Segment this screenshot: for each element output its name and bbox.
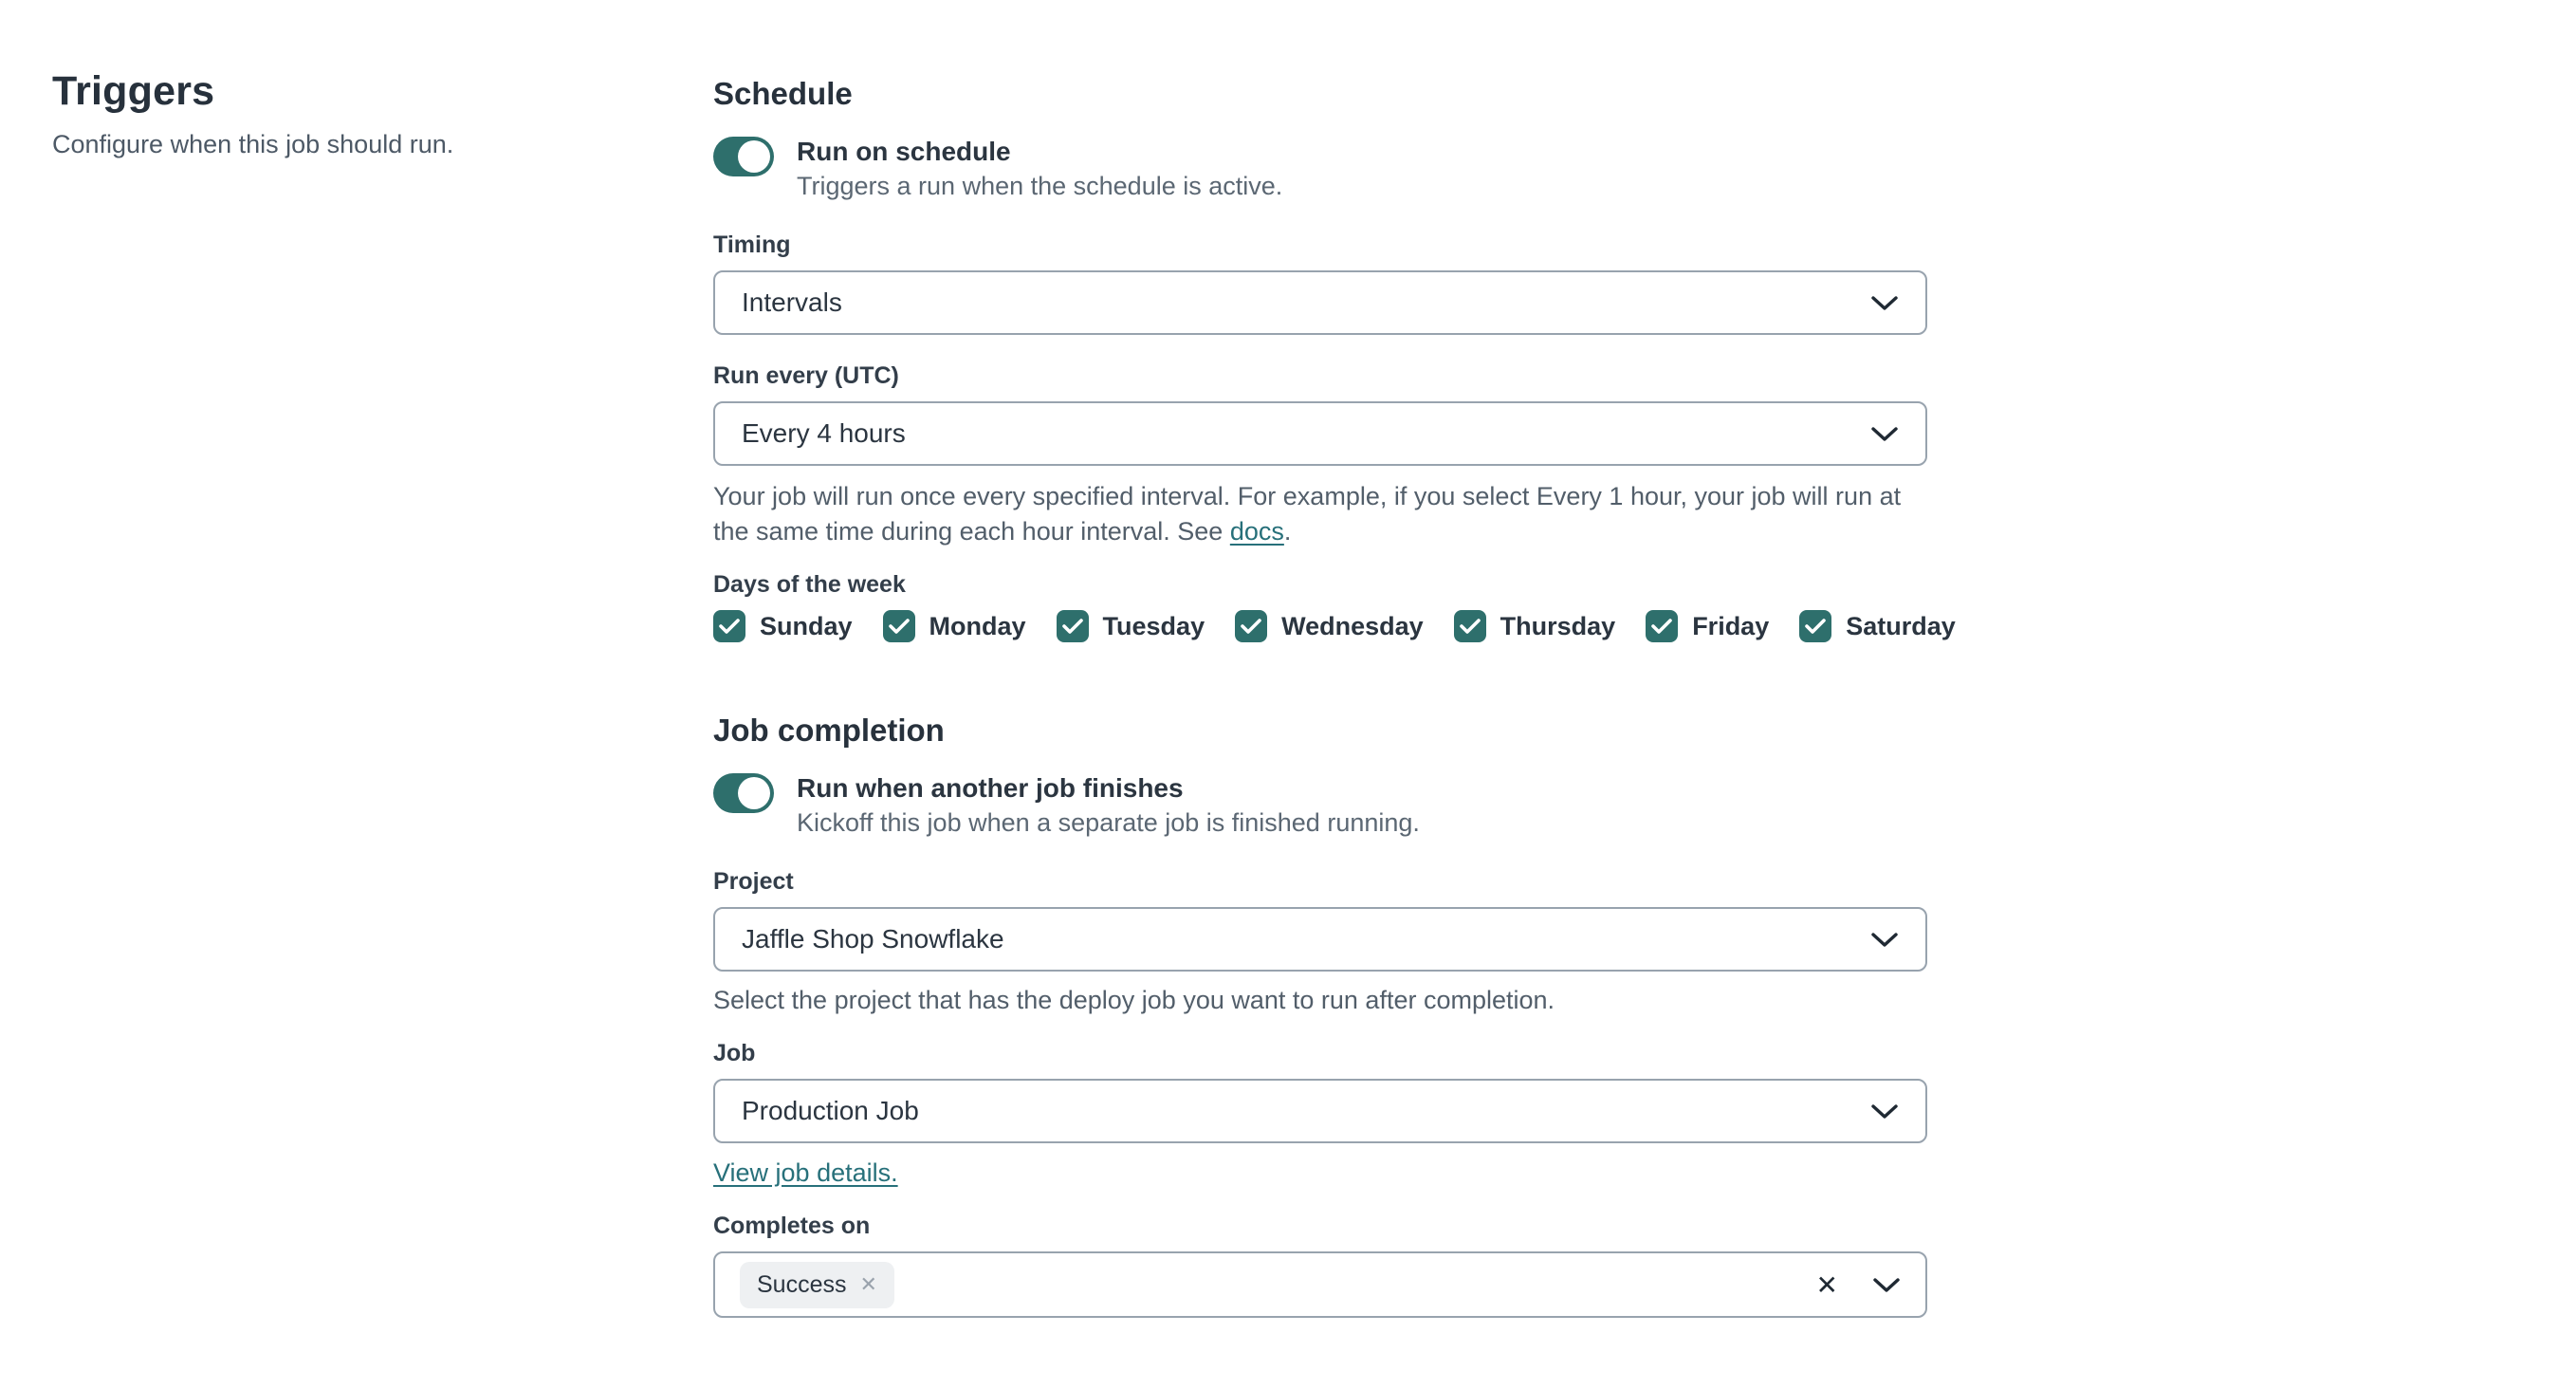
day-label: Friday — [1692, 611, 1770, 640]
checkbox-checked-icon — [1453, 610, 1486, 642]
day-checkbox-tuesday[interactable]: Tuesday — [1056, 610, 1205, 642]
multiselect-controls: ✕ — [1816, 1269, 1901, 1301]
project-label: Project — [713, 868, 794, 895]
chevron-down-icon — [1871, 427, 1898, 441]
docs-link[interactable]: docs — [1230, 517, 1284, 546]
completes-on-chip-success: Success ✕ — [740, 1261, 894, 1308]
day-label: Saturday — [1846, 611, 1956, 640]
view-job-details-row: View job details. — [713, 1157, 1927, 1189]
triggers-form: Schedule Run on schedule Triggers a run … — [713, 76, 1956, 1318]
project-help-text: Select the project that has the deploy j… — [713, 986, 1555, 1014]
toggle-description: Kickoff this job when a separate job is … — [797, 808, 1420, 837]
timing-select[interactable]: Intervals — [713, 270, 1927, 335]
day-checkbox-thursday[interactable]: Thursday — [1453, 610, 1616, 642]
help-text: Your job will run once every specified i… — [713, 482, 1902, 546]
job-select-value: Production Job — [742, 1096, 919, 1125]
job-label: Job — [713, 1040, 756, 1066]
chip-label: Success — [757, 1270, 847, 1298]
view-job-details-link[interactable]: View job details. — [713, 1158, 898, 1187]
day-label: Wednesday — [1281, 611, 1424, 640]
chip-remove-icon[interactable]: ✕ — [859, 1272, 876, 1297]
day-checkbox-friday[interactable]: Friday — [1646, 610, 1769, 642]
timing-label: Timing — [713, 232, 791, 258]
toggle-label: Run when another job finishes — [797, 773, 1184, 803]
completes-on-label: Completes on — [713, 1213, 871, 1239]
job-completion-heading: Job completion — [713, 713, 945, 748]
run-when-job-finishes-row: Run when another job finishes Kickoff th… — [713, 771, 1927, 841]
toggle-label: Run on schedule — [797, 137, 1011, 166]
run-every-help-text: Your job will run once every specified i… — [713, 479, 1910, 549]
checkbox-checked-icon — [1235, 610, 1268, 642]
run-on-schedule-text: Run on schedule Triggers a run when the … — [797, 135, 1282, 204]
run-on-schedule-row: Run on schedule Triggers a run when the … — [713, 135, 1927, 204]
chevron-down-icon — [1871, 296, 1898, 310]
chevron-down-icon — [1871, 933, 1898, 947]
checkbox-checked-icon — [1646, 610, 1679, 642]
checkbox-checked-icon — [882, 610, 915, 642]
run-every-select-value: Every 4 hours — [742, 418, 906, 448]
run-when-job-finishes-text: Run when another job finishes Kickoff th… — [797, 771, 1420, 841]
completes-on-multiselect[interactable]: Success ✕ ✕ — [713, 1251, 1927, 1318]
run-every-label: Run every (UTC) — [713, 362, 899, 389]
days-of-week-label: Days of the week — [713, 571, 906, 598]
checkbox-checked-icon — [1056, 610, 1089, 642]
toggle-knob-icon — [738, 140, 770, 173]
checkbox-checked-icon — [1799, 610, 1832, 642]
timing-select-value: Intervals — [742, 287, 842, 317]
page-title: Triggers — [52, 68, 215, 114]
project-select[interactable]: Jaffle Shop Snowflake — [713, 907, 1927, 972]
day-label: Tuesday — [1102, 611, 1205, 640]
chevron-down-icon — [1871, 1104, 1898, 1119]
toggle-knob-icon — [738, 777, 770, 809]
page-subtitle: Configure when this job should run. — [52, 130, 454, 158]
project-select-value: Jaffle Shop Snowflake — [742, 924, 1004, 954]
day-label: Monday — [929, 611, 1026, 640]
job-select[interactable]: Production Job — [713, 1079, 1927, 1143]
day-label: Thursday — [1500, 611, 1616, 640]
checkbox-checked-icon — [713, 610, 745, 642]
toggle-description: Triggers a run when the schedule is acti… — [797, 172, 1283, 200]
day-checkbox-wednesday[interactable]: Wednesday — [1235, 610, 1424, 642]
triggers-settings-page: Triggers Configure when this job should … — [0, 0, 2576, 1389]
day-label: Sunday — [760, 611, 853, 640]
day-checkbox-saturday[interactable]: Saturday — [1799, 610, 1956, 642]
section-intro: Triggers Configure when this job should … — [52, 68, 659, 159]
clear-all-icon[interactable]: ✕ — [1816, 1269, 1838, 1301]
run-every-select[interactable]: Every 4 hours — [713, 401, 1927, 466]
chevron-down-icon[interactable] — [1872, 1276, 1901, 1293]
schedule-heading: Schedule — [713, 76, 853, 111]
day-checkbox-monday[interactable]: Monday — [882, 610, 1026, 642]
days-of-week-row: Sunday Monday Tuesday Wednesday Thursday… — [713, 610, 1956, 642]
run-when-job-finishes-toggle[interactable] — [713, 773, 774, 813]
day-checkbox-sunday[interactable]: Sunday — [713, 610, 853, 642]
help-text-suffix: . — [1283, 517, 1292, 546]
run-on-schedule-toggle[interactable] — [713, 137, 774, 176]
